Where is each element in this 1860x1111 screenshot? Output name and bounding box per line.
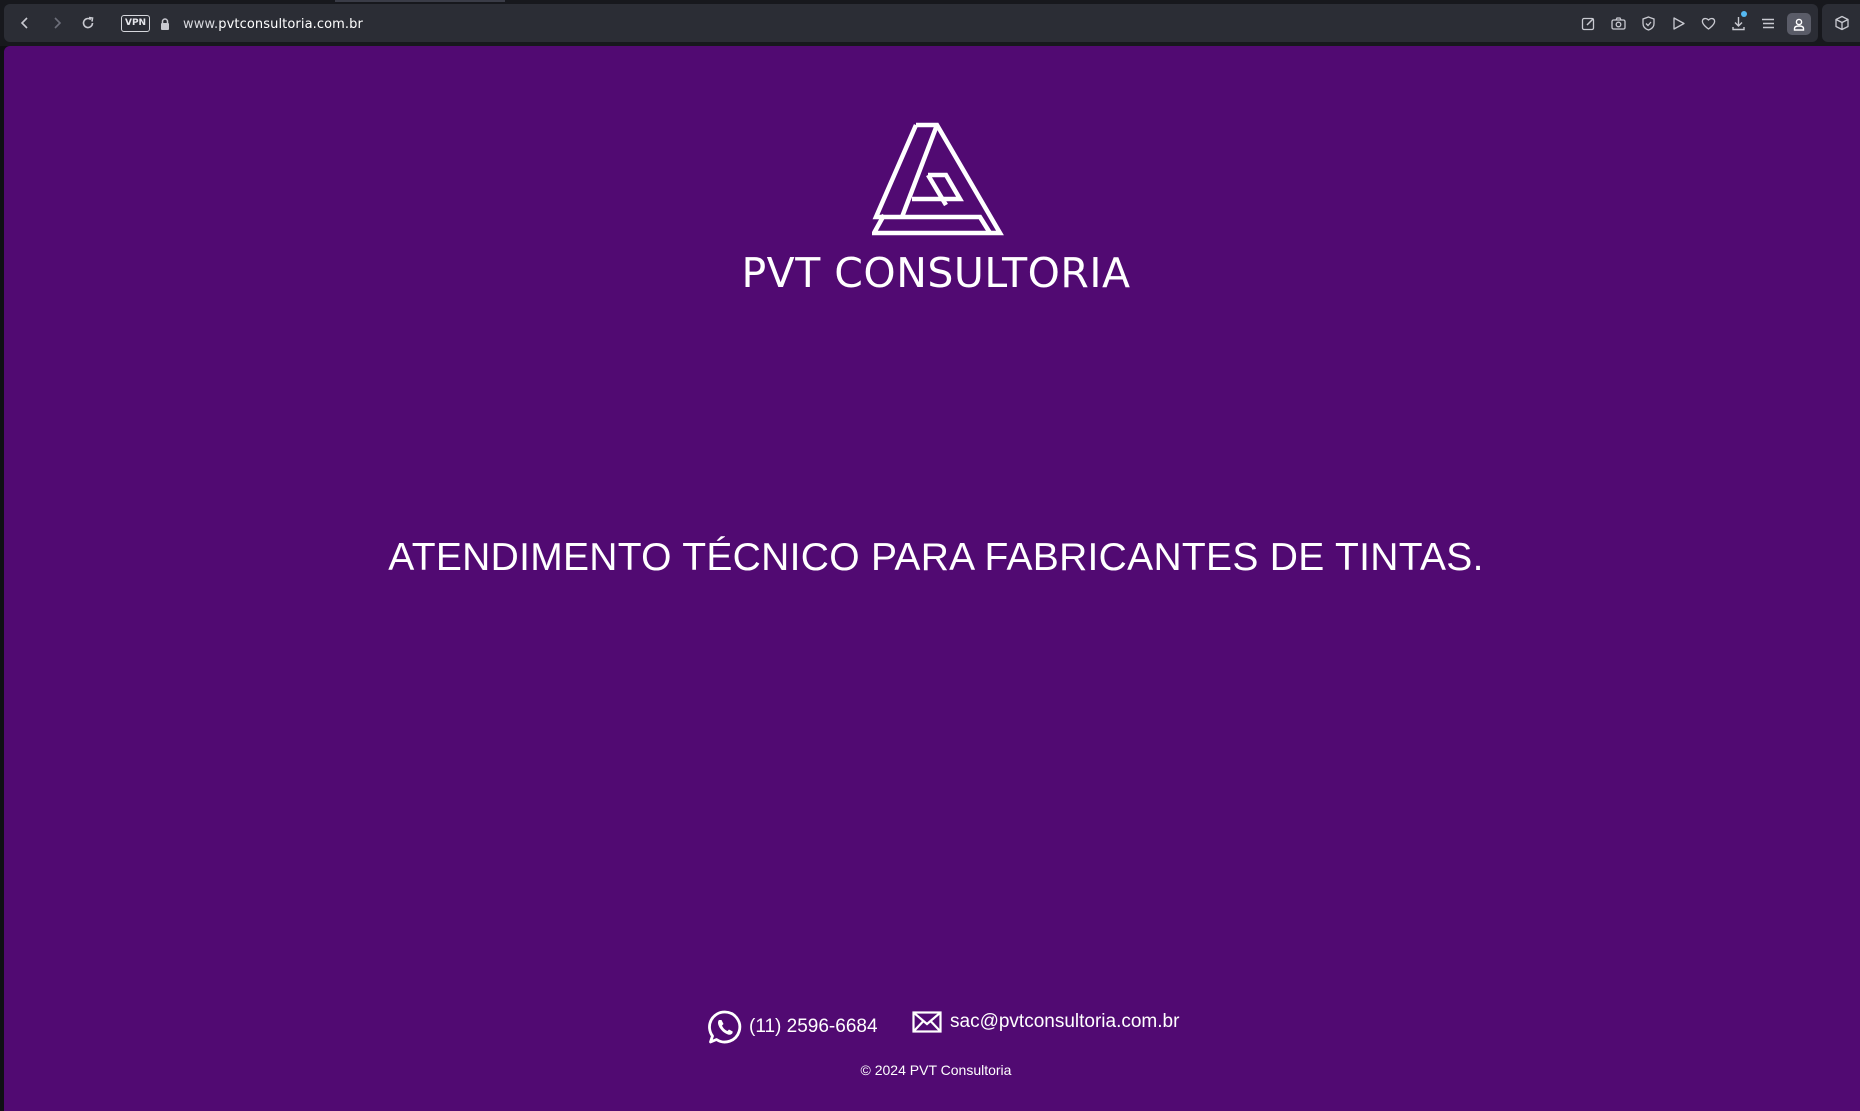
vpn-badge[interactable]: VPN [121,15,151,32]
shield-icon[interactable] [1640,15,1657,32]
profile-icon [1793,18,1805,31]
browser-toolbar: VPN www.pvtconsultoria.com.br [4,4,1818,42]
email-address: sac@pvtconsultoria.com.br [950,1011,1180,1032]
brand-name: PVT CONSULTORIA [741,249,1131,297]
url-prefix: www. [183,17,219,32]
back-button[interactable] [12,10,38,36]
address-bar[interactable]: www.pvtconsultoria.com.br [183,17,363,32]
play-icon[interactable] [1670,15,1687,32]
lock-icon[interactable] [158,17,172,31]
copyright-text: © 2024 PVT Consultoria [860,1062,1012,1078]
phone-number: (11) 2596-6684 [749,1016,878,1037]
profile-button[interactable] [1787,13,1811,35]
page-viewport: PVT CONSULTORIA ATENDIMENTO TÉCNICO PARA… [4,46,1860,1111]
edit-icon[interactable] [1580,15,1597,32]
chevron-left-icon [20,17,28,29]
reload-icon [82,16,94,29]
headline: ATENDIMENTO TÉCNICO PARA FABRICANTES DE … [388,536,1484,579]
cube-icon[interactable] [1834,15,1850,31]
menu-icon[interactable] [1760,15,1777,32]
phone-link[interactable]: (11) 2596-6684 [707,1009,878,1045]
contact-row: (11) 2596-6684 sac@pvtconsultoria.com.br [4,1007,1860,1047]
download-icon[interactable] [1730,15,1747,32]
whatsapp-icon [708,1010,742,1044]
envelope-icon [912,1011,942,1033]
extensions-area[interactable] [1822,4,1860,42]
chevron-right-icon [54,17,62,29]
download-indicator-dot [1741,11,1747,17]
active-tab-indicator [335,0,505,2]
pvt-logo-icon [872,122,1004,236]
email-link[interactable]: sac@pvtconsultoria.com.br [912,1011,1179,1033]
url-host: pvtconsultoria.com.br [218,17,363,32]
browser-chrome: VPN www.pvtconsultoria.com.br [0,0,1860,46]
forward-button[interactable] [44,10,70,36]
camera-icon[interactable] [1610,15,1627,32]
reload-button[interactable] [75,10,101,36]
heart-icon[interactable] [1700,15,1717,32]
